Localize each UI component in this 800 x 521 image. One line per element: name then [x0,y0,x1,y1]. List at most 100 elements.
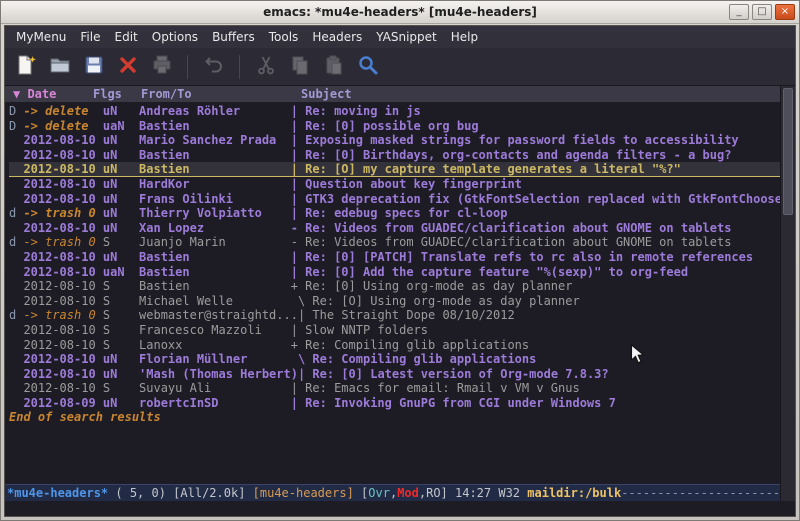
window-title: emacs: *mu4e-headers* [mu4e-headers] [1,5,799,19]
close-buffer-button[interactable] [113,52,142,81]
message-row[interactable]: D -> delete uaN Bastien | Re: [0] possib… [9,119,780,134]
cut-button[interactable] [251,52,280,81]
print-button[interactable] [147,52,176,81]
copy-icon [288,53,312,81]
message-subject: + Re: [0] Using org-mode as day planner [291,279,780,294]
message-row[interactable]: d -> trash 0 uN Thierry Volpiatto | Re: … [9,206,780,221]
toolbar [5,48,795,86]
modeline-segment: [mu4e-headers] [253,486,354,500]
save-button[interactable] [79,52,108,81]
message-flags: S [103,323,139,338]
menu-item-file[interactable]: File [73,28,107,46]
menu-item-tools[interactable]: Tools [262,28,306,46]
message-subject: | Re: Emacs for email: Rmail v VM v Gnus [291,381,780,396]
message-from: Bastien [139,265,291,280]
message-row[interactable]: 2012-08-10 S Lanoxx + Re: Compiling glib… [9,338,780,353]
message-date: 2012-08-10 [23,265,102,280]
maximize-button[interactable]: □ [752,4,772,20]
message-row[interactable]: 2012-08-10 uN Xan Lopez - Re: Videos fro… [9,221,780,236]
message-subject: | Re: [0] [PATCH] Translate refs to rc a… [291,250,780,265]
headers-buffer[interactable]: D -> delete uN Andreas Röhler | Re: movi… [5,102,780,484]
message-mark-char [9,148,23,163]
message-row[interactable]: D -> delete uN Andreas Röhler | Re: movi… [9,104,780,119]
new-file-button[interactable] [11,52,40,81]
message-from: HardKor [139,177,291,192]
message-row[interactable]: 2012-08-10 uaN Bastien | Re: [0] Add the… [9,265,780,280]
save-icon [82,53,106,81]
message-flags: S [103,338,139,353]
paste-button[interactable] [319,52,348,81]
message-subject: + Re: Compiling glib applications [291,338,780,353]
copy-button[interactable] [285,52,314,81]
message-row[interactable]: 2012-08-10 uN Mario Sanchez Prada | Expo… [9,133,780,148]
menu-item-yasnippet[interactable]: YASnippet [369,28,444,46]
message-date: 2012-08-10 [23,367,102,382]
title-bar[interactable]: emacs: *mu4e-headers* [mu4e-headers] _ □… [1,1,799,24]
message-row[interactable]: 2012-08-10 uN Frans Oilinki | GTK3 depre… [9,192,780,207]
message-from: Suvayu Ali [139,381,291,396]
message-date: 2012-08-10 [23,148,102,163]
menu-item-headers[interactable]: Headers [305,28,369,46]
message-subject: | Exposing masked strings for password f… [291,133,780,148]
message-date: -> delete [23,119,102,134]
undo-button[interactable] [199,52,228,81]
message-subject: | Question about key fingerprint [291,177,780,192]
open-file-button[interactable] [45,52,74,81]
message-flags: uN [103,221,139,236]
message-row[interactable]: 2012-08-10 uN Bastien | Re: [0] [PATCH] … [9,250,780,265]
menu-item-buffers[interactable]: Buffers [205,28,262,46]
message-row[interactable]: d -> trash 0 S webmaster@straightd... | … [9,308,780,323]
message-from: Bastien [139,119,291,134]
column-header-flags[interactable]: Flgs [93,87,141,101]
message-from: robertcInSD [139,396,291,411]
message-mark-char [9,352,23,367]
column-header-from[interactable]: From/To [141,87,301,101]
message-subject: | Re: moving in js [291,104,780,119]
message-date: -> trash 0 [23,308,102,323]
message-row[interactable]: 2012-08-10 S Francesco Mazzoli | Slow NN… [9,323,780,338]
message-mark-char [9,381,23,396]
message-row[interactable]: 2012-08-10 uN HardKor | Question about k… [9,177,780,192]
message-flags: uN [103,148,139,163]
message-row[interactable]: 2012-08-10 uN Florian Müllner \ Re: Comp… [9,352,780,367]
message-row[interactable]: 2012-08-10 uN Bastien | Re: [O] my captu… [9,162,780,177]
menu-bar: MyMenuFileEditOptionsBuffersToolsHeaders… [5,26,795,48]
modeline-segment: -------------------------------------- [621,486,780,500]
message-date: 2012-08-10 [23,323,102,338]
message-subject: | Re: [0] Latest version of Org-mode 7.8… [298,367,780,382]
message-row[interactable]: d -> trash 0 S Juanjo Marin - Re: Videos… [9,235,780,250]
menu-item-mymenu[interactable]: MyMenu [9,28,73,46]
search-button[interactable] [353,52,382,81]
echo-area [5,501,795,516]
menu-item-help[interactable]: Help [444,28,485,46]
undo-icon [202,53,226,81]
column-header-date[interactable]: ▼ Date [13,87,93,101]
message-row[interactable]: 2012-08-10 S Bastien + Re: [0] Using org… [9,279,780,294]
message-row[interactable]: 2012-08-10 S Suvayu Ali | Re: Emacs for … [9,381,780,396]
menu-item-options[interactable]: Options [145,28,205,46]
scrollbar[interactable] [780,86,795,501]
minimize-button[interactable]: _ [729,4,749,20]
message-flags: uaN [103,119,139,134]
close-button[interactable]: × [775,4,795,20]
message-from: Lanoxx [139,338,291,353]
scrollbar-thumb[interactable] [783,88,793,215]
message-subject: | Slow NNTP folders [291,323,780,338]
message-row[interactable]: 2012-08-10 uN 'Mash (Thomas Herbert) | R… [9,367,780,382]
modeline-segment: ,RO] [419,486,448,500]
toolbar-separator [239,55,240,79]
message-flags: S [103,294,139,309]
window-controls: _ □ × [729,4,795,20]
toolbar-separator [187,55,188,79]
message-row[interactable]: 2012-08-09 uN robertcInSD | Re: Invoking… [9,396,780,411]
menu-item-edit[interactable]: Edit [108,28,145,46]
message-date: 2012-08-10 [23,250,102,265]
message-row[interactable]: 2012-08-10 uN Bastien | Re: [0] Birthday… [9,148,780,163]
message-row[interactable]: 2012-08-10 S Michael Welle \ Re: [O] Usi… [9,294,780,309]
message-flags: S [103,381,139,396]
message-flags: uaN [103,265,139,280]
column-header-subject[interactable]: Subject [301,87,352,101]
message-flags: S [103,279,139,294]
modeline-segment: *mu4e-headers* [7,486,108,500]
message-date: 2012-08-10 [23,338,102,353]
